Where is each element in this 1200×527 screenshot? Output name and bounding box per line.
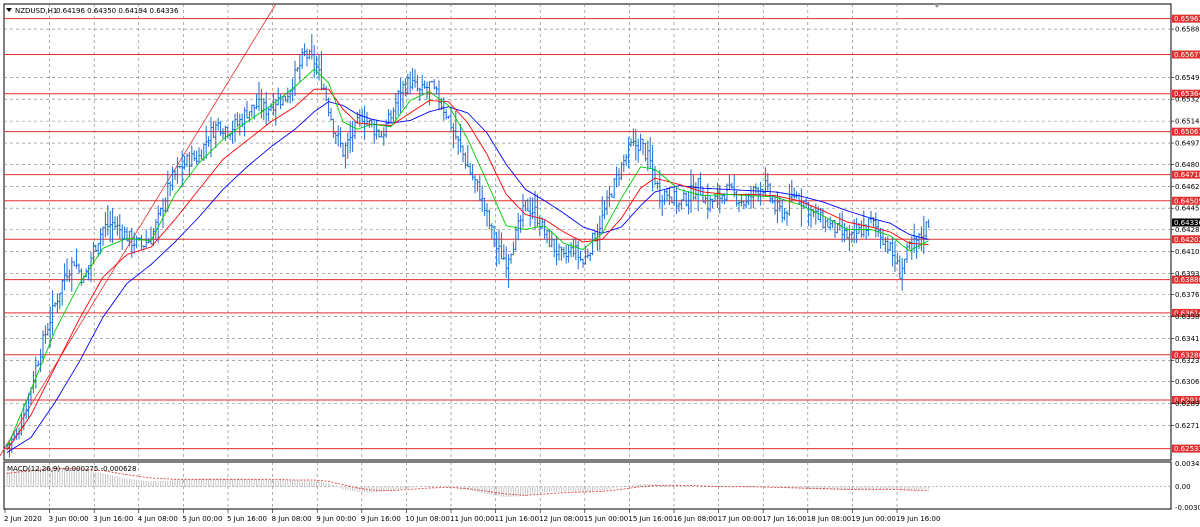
y-tick-label: 0.63760	[1175, 291, 1200, 299]
y-tick-label: 0.64625	[1175, 183, 1200, 191]
x-tick-label: 11 Jun 00:00	[450, 515, 494, 523]
macd-y-tick-label: 0.003476	[1175, 460, 1200, 468]
y-tick-label: 0.63235	[1175, 357, 1200, 365]
y-tick-label: 0.64800	[1175, 161, 1200, 169]
x-tick-label: 17 Jun 16:00	[762, 515, 806, 523]
x-tick-label: 5 Jun 16:00	[227, 515, 267, 523]
x-tick-label: 3 Jun 16:00	[93, 515, 133, 523]
level-label: 0.62531	[1174, 445, 1200, 453]
x-tick-label: 12 Jun 08:00	[539, 515, 583, 523]
y-tick-label: 0.64280	[1175, 226, 1200, 234]
x-tick-label: 17 Jun 00:00	[718, 515, 762, 523]
y-tick-label: 0.62890	[1175, 400, 1200, 408]
macd-y-tick-label: 0.00	[1175, 483, 1191, 491]
y-tick-label: 0.63410	[1175, 335, 1200, 343]
y-tick-label: 0.64105	[1175, 248, 1200, 256]
ohlc-readout: 0.64196 0.64350 0.64194 0.64336	[56, 7, 179, 15]
y-tick-label: 0.65495	[1175, 74, 1200, 82]
y-tick-label: 0.62715	[1175, 422, 1200, 430]
y-tick-label: 0.64450	[1175, 205, 1200, 213]
x-tick-label: 5 Jun 00:00	[182, 515, 222, 523]
x-tick-label: 10 Jun 08:00	[405, 515, 449, 523]
x-tick-label: 9 Jun 00:00	[316, 515, 356, 523]
symbol-title: NZDUSD,H1	[15, 7, 57, 15]
x-tick-label: 16 Jun 08:00	[673, 515, 717, 523]
x-tick-label: 9 Jun 16:00	[361, 515, 401, 523]
macd-y-tick-label: -0.003092	[1175, 504, 1200, 512]
x-tick-label: 3 Jun 00:00	[49, 515, 89, 523]
level-label: 0.65963	[1174, 15, 1200, 23]
macd-title: MACD(12,26,9) -0.000275 -0.000628	[7, 465, 136, 473]
x-tick-label: 18 Jun 08:00	[807, 515, 851, 523]
y-tick-label: 0.63930	[1175, 270, 1200, 278]
x-tick-label: 19 Jun 00:00	[851, 515, 895, 523]
y-tick-label: 0.63585	[1175, 313, 1200, 321]
x-tick-label: 15 Jun 00:00	[584, 515, 628, 523]
x-tick-label: 19 Jun 16:00	[896, 515, 940, 523]
level-label: 0.65061	[1174, 128, 1200, 136]
x-tick-label: 2 Jun 2020	[4, 515, 42, 523]
y-tick-label: 0.65145	[1175, 118, 1200, 126]
x-tick-label: 11 Jun 16:00	[495, 515, 539, 523]
y-tick-label: 0.64970	[1175, 140, 1200, 148]
level-label: 0.64718	[1174, 171, 1200, 179]
y-tick-label: 0.65880	[1175, 26, 1200, 34]
x-tick-label: 8 Jun 08:00	[272, 515, 312, 523]
chart-window[interactable]: 0.659630.656770.653640.650610.647180.645…	[0, 0, 1200, 527]
level-label: 0.64202	[1174, 236, 1200, 244]
current-price-label: 0.64336	[1174, 219, 1200, 227]
level-label: 0.65677	[1174, 51, 1200, 59]
symbol-header: NZDUSD,H1 0.64196 0.64350 0.64194 0.6433…	[6, 7, 179, 15]
x-tick-label: 15 Jun 16:00	[628, 515, 672, 523]
x-tick-label: 4 Jun 08:00	[138, 515, 178, 523]
trading-chart[interactable]: 0.659630.656770.653640.650610.647180.645…	[0, 0, 1200, 527]
y-tick-label: 0.63065	[1175, 378, 1200, 386]
y-tick-label: 0.65320	[1175, 96, 1200, 104]
